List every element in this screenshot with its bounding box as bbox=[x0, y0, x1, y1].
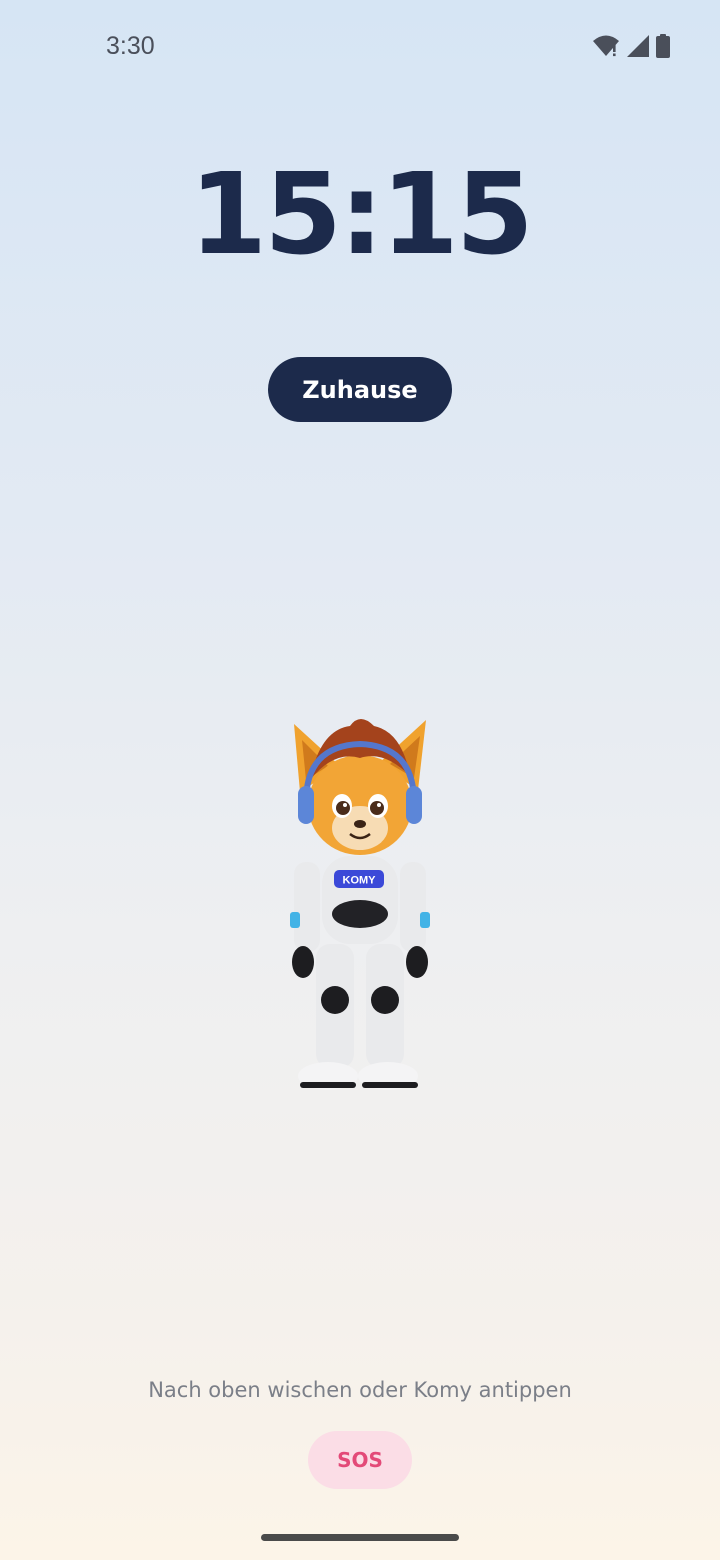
status-time: 3:30 bbox=[106, 32, 155, 60]
swipe-hint: Nach oben wischen oder Komy antippen bbox=[148, 1378, 572, 1402]
status-bar: 3:30 bbox=[0, 0, 720, 96]
lock-clock: 15:15 bbox=[189, 150, 534, 280]
cell-signal-icon bbox=[627, 35, 649, 57]
battery-icon bbox=[656, 34, 670, 58]
status-icons bbox=[592, 34, 670, 58]
sos-button[interactable]: SOS bbox=[308, 1431, 412, 1489]
komy-mascot[interactable]: KOMY bbox=[270, 710, 450, 1100]
wifi-icon bbox=[593, 35, 619, 57]
location-button[interactable]: Zuhause bbox=[268, 357, 452, 422]
mascot-badge-text: KOMY bbox=[343, 875, 377, 887]
home-indicator[interactable] bbox=[261, 1534, 459, 1541]
sos-label: SOS bbox=[337, 1448, 383, 1472]
location-label: Zuhause bbox=[302, 375, 418, 404]
